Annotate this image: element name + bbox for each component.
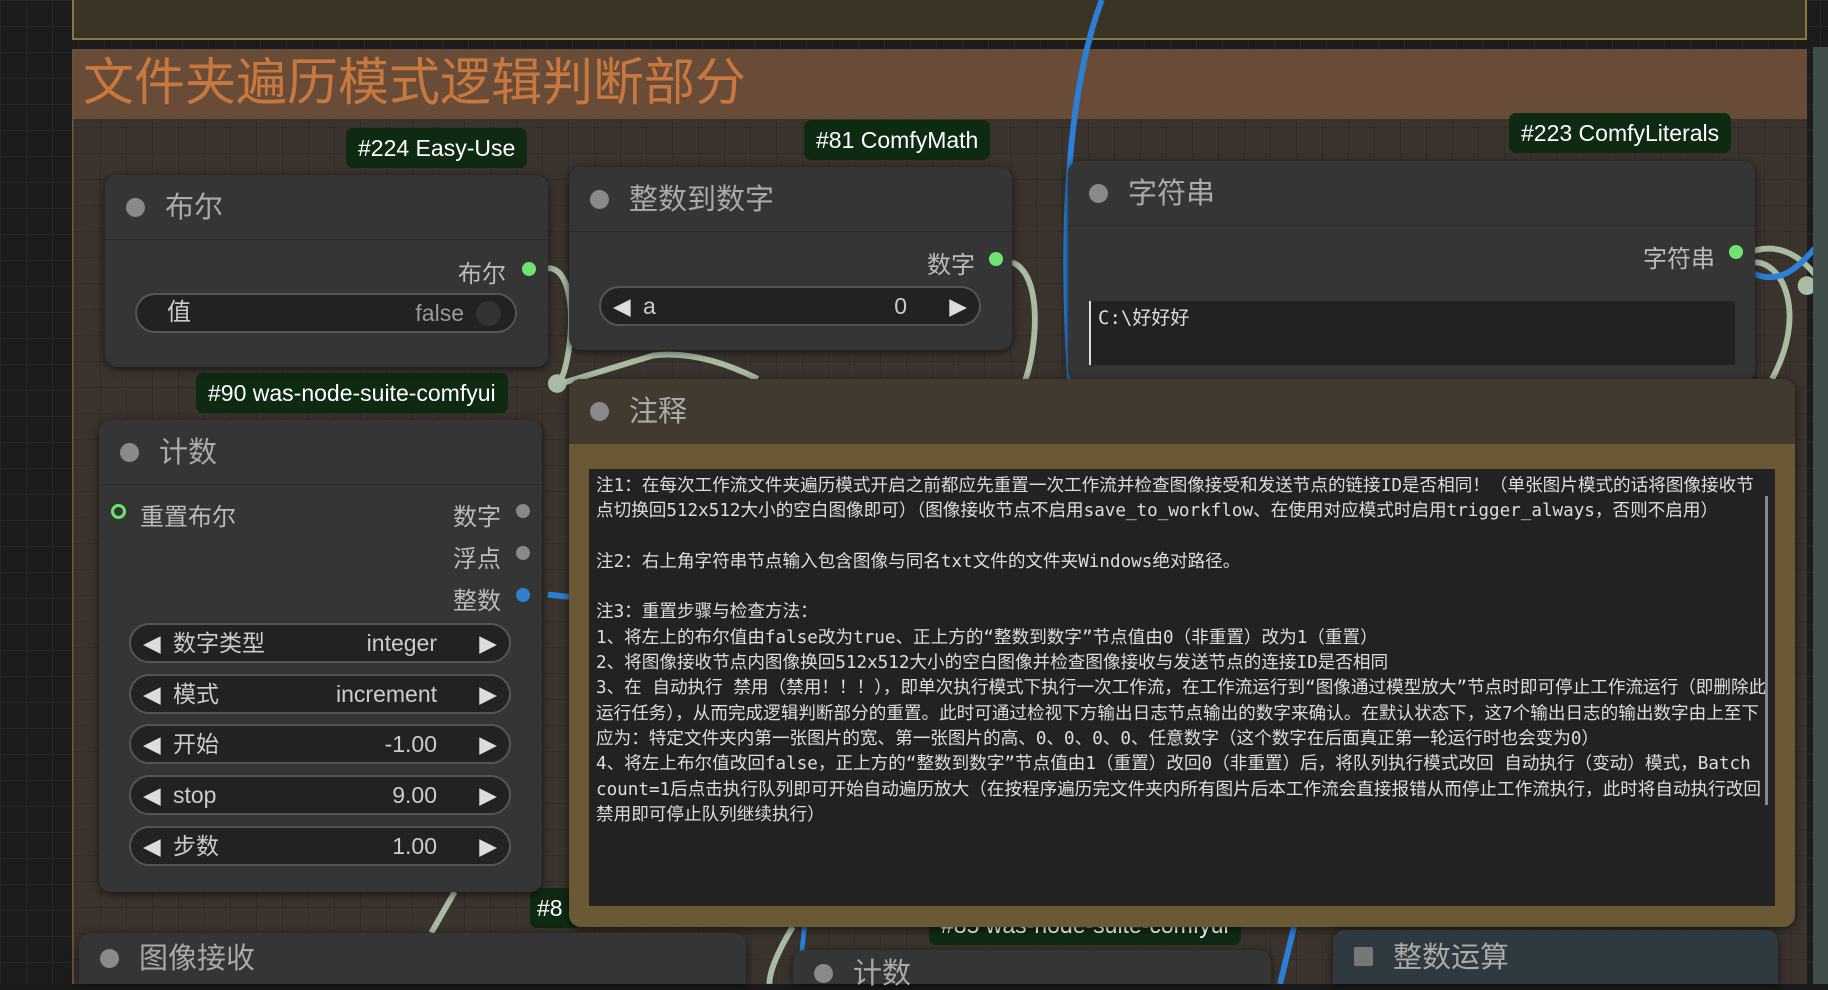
decrement-arrow-icon[interactable]: ◀: [143, 676, 161, 712]
counter-widget[interactable]: ◀ 步数 1.00 ▶: [129, 825, 511, 866]
toggle-knob-icon[interactable]: [476, 301, 501, 326]
decrement-arrow-icon[interactable]: ◀: [143, 726, 161, 762]
node-title-text: 注释: [629, 394, 688, 428]
collapsed-square-icon[interactable]: [1354, 947, 1373, 966]
widget-label: stop: [173, 782, 217, 809]
output-slot[interactable]: [989, 252, 1003, 266]
collapse-dot-icon[interactable]: [120, 443, 139, 462]
node-title[interactable]: 整数到数字: [569, 167, 1012, 232]
collapse-dot-icon[interactable]: [1089, 184, 1108, 203]
increment-arrow-icon[interactable]: ▶: [479, 676, 497, 712]
increment-arrow-icon[interactable]: ▶: [479, 625, 497, 661]
widget-value: false: [415, 300, 464, 326]
node-title[interactable]: 字符串: [1068, 161, 1755, 226]
toggle-widget-value[interactable]: 值 false: [135, 293, 517, 333]
input-slot[interactable]: [111, 504, 126, 519]
widget-value: increment: [336, 680, 437, 707]
node-badge: #224 Easy-Use: [346, 128, 528, 168]
note-textarea[interactable]: 注1：在每次工作流文件夹遍历模式开启之前都应先重置一次工作流并检查图像接受和发送…: [589, 469, 1775, 906]
collapse-dot-icon[interactable]: [126, 198, 145, 217]
widget-label: 数字类型: [173, 630, 265, 656]
node-title[interactable]: 计数: [99, 420, 542, 485]
node-counter[interactable]: 计数 重置布尔 数字 浮点 整数 ◀ 数字类型 integer ▶ ◀ 模式 increme…: [99, 420, 542, 892]
node-title-text: 计数: [159, 435, 218, 469]
decrement-arrow-icon[interactable]: ◀: [143, 777, 161, 813]
node-title[interactable]: 注释: [569, 379, 1795, 444]
group-edge-right: [1813, 47, 1828, 984]
widget-label: 步数: [173, 832, 219, 859]
counter-widget[interactable]: ◀ 模式 increment ▶: [129, 673, 511, 714]
widget-label: a: [643, 293, 656, 319]
counter-widget[interactable]: ◀ 数字类型 integer ▶: [129, 623, 511, 663]
widget-label: 模式: [173, 680, 219, 707]
widget-label: 值: [167, 299, 191, 326]
output-slot[interactable]: [516, 504, 530, 518]
node-title-text: 字符串: [1128, 176, 1216, 210]
widget-value: 0: [894, 293, 907, 319]
node-string[interactable]: 字符串 字符串 C:\好好好: [1068, 161, 1755, 382]
increment-arrow-icon[interactable]: ▶: [479, 726, 497, 762]
decrement-arrow-icon[interactable]: ◀: [613, 288, 631, 324]
output-label: 整数: [453, 587, 501, 615]
collapse-dot-icon[interactable]: [590, 402, 609, 421]
output-slot[interactable]: [516, 546, 530, 560]
node-title-text: 整数运算: [1393, 940, 1510, 974]
node-badge: #90 was-node-suite-comfyui: [196, 373, 508, 413]
output-slot[interactable]: [1729, 245, 1743, 259]
output-slot[interactable]: [522, 262, 536, 276]
output-label: 数字: [927, 251, 975, 279]
output-label: 数字: [453, 503, 501, 531]
decrement-arrow-icon[interactable]: ◀: [143, 828, 161, 864]
increment-arrow-icon[interactable]: ▶: [479, 828, 497, 864]
collapse-dot-icon[interactable]: [100, 949, 119, 968]
canvas[interactable]: 文件夹遍历模式逻辑判断部分 #224 Easy-Use #81 ComfyMat…: [0, 0, 1828, 990]
node-badge: #81 ComfyMath: [804, 120, 991, 160]
widget-value: 1.00: [392, 832, 437, 859]
node-badge: #223 ComfyLiterals: [1509, 113, 1732, 153]
widget-value: -1.00: [384, 731, 437, 758]
node-image-receive[interactable]: 图像接收: [79, 933, 746, 984]
widget-value: 9.00: [392, 782, 437, 809]
collapse-dot-icon[interactable]: [814, 964, 833, 983]
collapse-dot-icon[interactable]: [590, 190, 609, 209]
counter-widget[interactable]: ◀ stop 9.00 ▶: [129, 775, 511, 816]
output-label: 布尔: [458, 260, 506, 288]
node-title[interactable]: 布尔: [105, 175, 548, 240]
node-title-text: 整数到数字: [629, 182, 775, 216]
node-counter-2[interactable]: 计数: [793, 950, 1271, 990]
widget-label: 开始: [173, 731, 219, 758]
node-boolean[interactable]: 布尔 布尔 值 false: [105, 175, 548, 367]
string-textarea[interactable]: C:\好好好: [1089, 301, 1735, 365]
output-label: 字符串: [1643, 245, 1715, 273]
node-int-operation[interactable]: 整数运算: [1333, 930, 1778, 984]
node-title-text: 图像接收: [139, 941, 256, 975]
decrement-arrow-icon[interactable]: ◀: [143, 625, 161, 661]
number-widget-a[interactable]: ◀ a 0 ▶: [599, 286, 981, 326]
scrollbar[interactable]: [1765, 496, 1768, 805]
node-title[interactable]: 整数运算: [1333, 930, 1778, 984]
output-slot[interactable]: [516, 588, 530, 602]
counter-widget[interactable]: ◀ 开始 -1.00 ▶: [129, 724, 511, 765]
input-label: 重置布尔: [140, 503, 236, 531]
increment-arrow-icon[interactable]: ▶: [479, 777, 497, 813]
node-note[interactable]: 注释 注1：在每次工作流文件夹遍历模式开启之前都应先重置一次工作流并检查图像接受…: [569, 379, 1795, 927]
node-title[interactable]: 计数: [793, 950, 1271, 990]
node-title-text: 计数: [853, 956, 912, 990]
node-int-to-number[interactable]: 整数到数字 数字 ◀ a 0 ▶: [569, 167, 1012, 350]
output-label: 浮点: [453, 545, 501, 573]
node-title-text: 布尔: [165, 190, 224, 224]
increment-arrow-icon[interactable]: ▶: [949, 288, 967, 324]
widget-value: integer: [366, 630, 437, 656]
node-title[interactable]: 图像接收: [79, 933, 746, 984]
